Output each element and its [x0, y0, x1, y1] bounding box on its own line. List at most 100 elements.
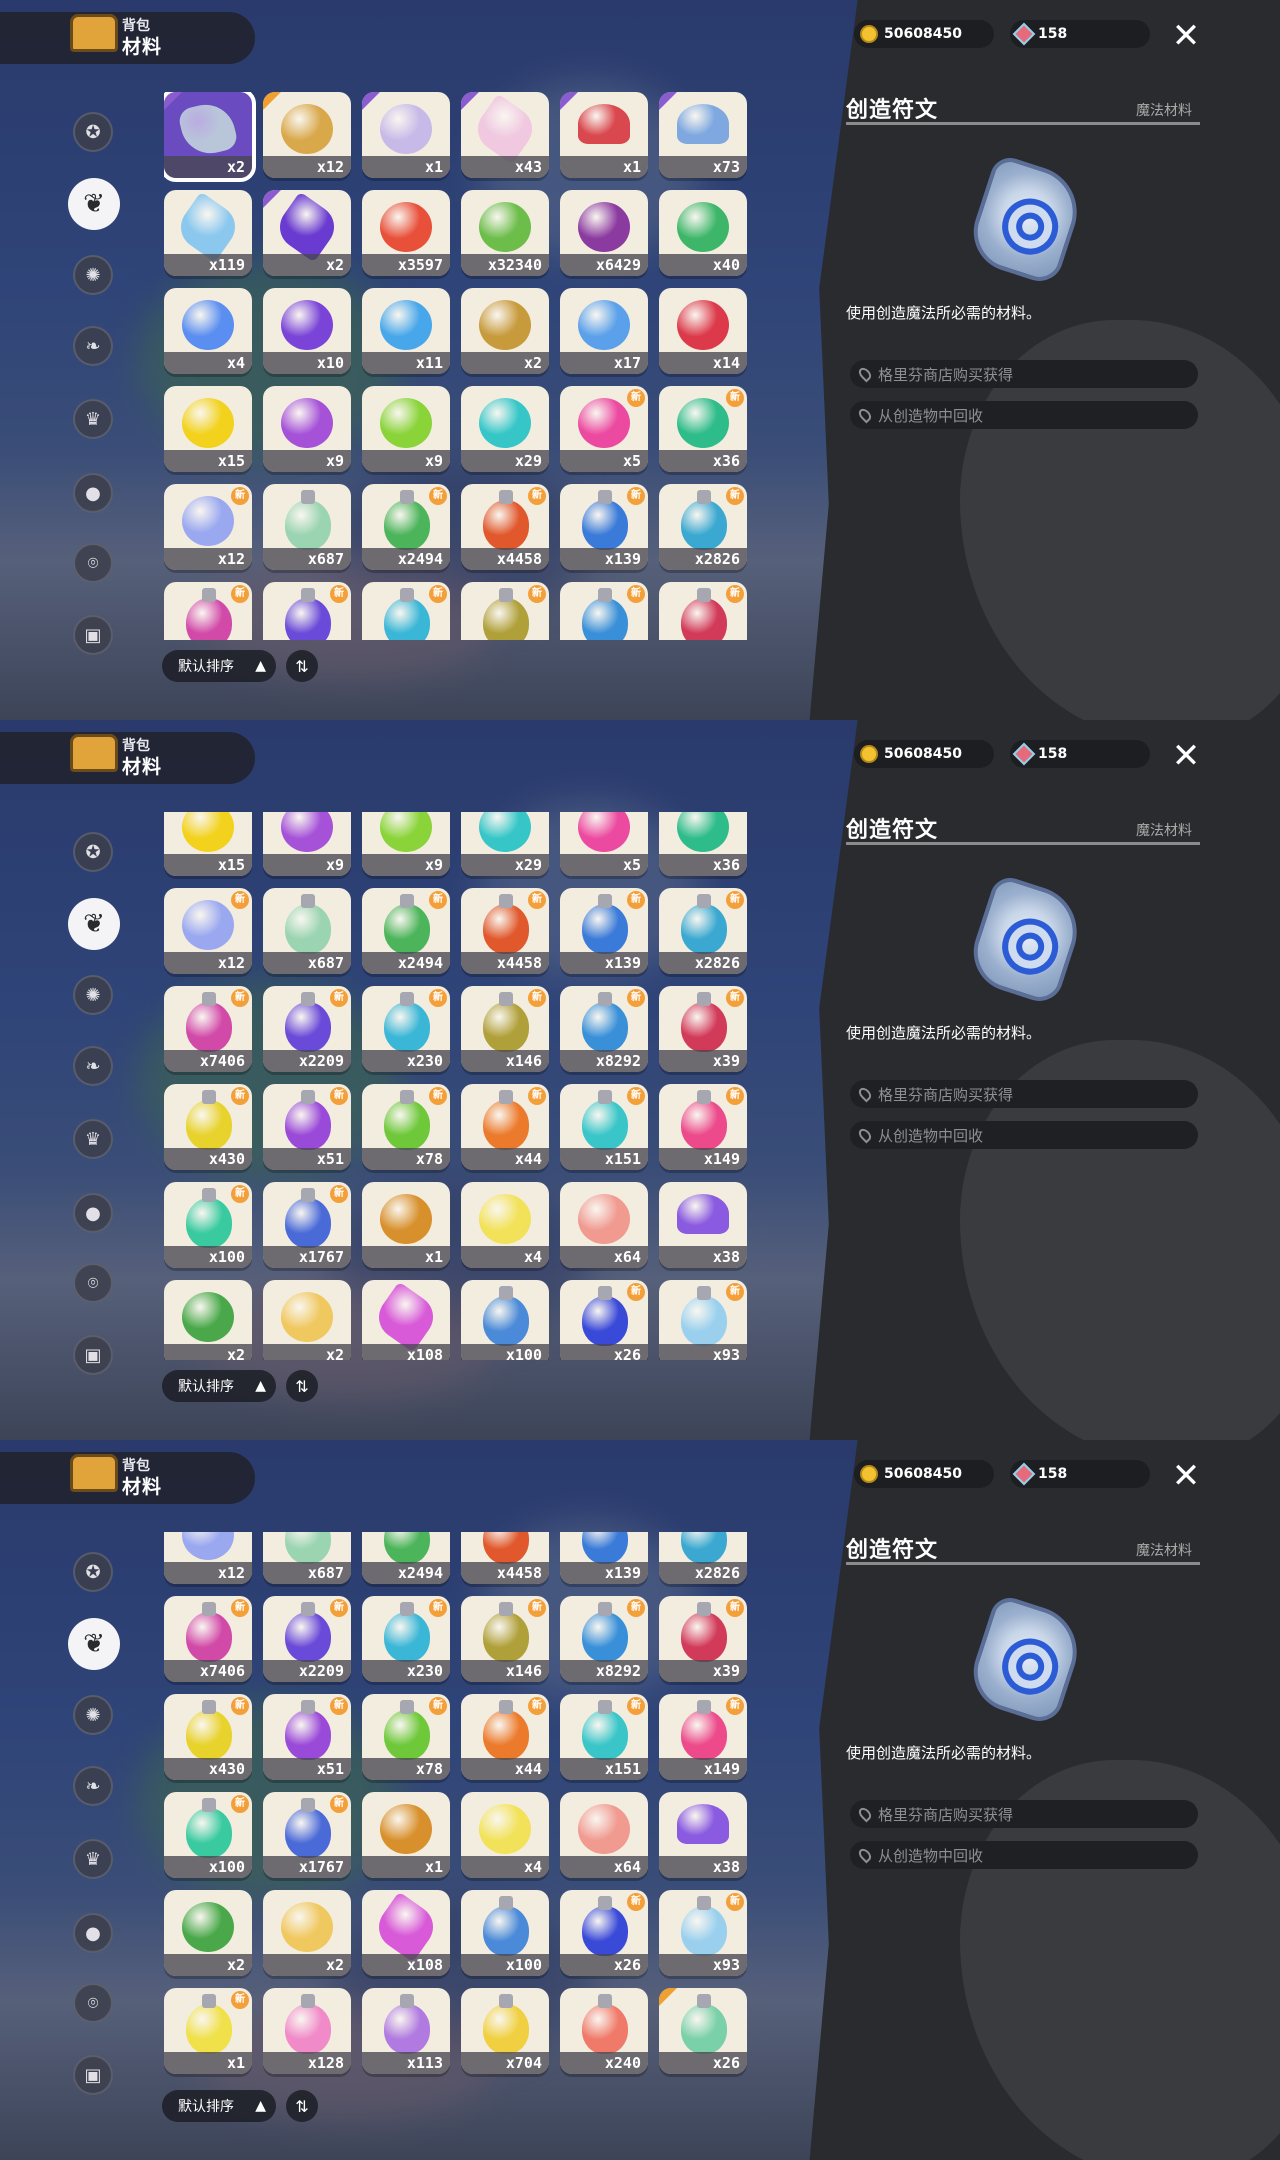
item-slot[interactable]: x108 — [362, 1890, 450, 1976]
item-slot[interactable]: 新 x100 — [164, 1182, 252, 1268]
item-slot[interactable]: 新x5 — [560, 812, 648, 876]
item-slot[interactable]: x4 — [164, 288, 252, 374]
item-slot[interactable]: 新 x12 — [164, 484, 252, 570]
item-slot[interactable]: 新 x149 — [659, 1694, 747, 1780]
item-slot[interactable]: x4 — [461, 1182, 549, 1268]
item-slot[interactable]: 新 x78 — [362, 1694, 450, 1780]
item-slot[interactable]: 新x2826 — [659, 888, 747, 974]
item-slot[interactable]: 新 x93 — [659, 1280, 747, 1360]
plant-tab-icon[interactable]: ❧ — [73, 1046, 113, 1086]
item-slot[interactable]: x2 — [461, 288, 549, 374]
item-slot[interactable]: 新x4458 — [461, 484, 549, 570]
item-slot[interactable]: x38 — [659, 1182, 747, 1268]
item-slot[interactable]: x6429 — [560, 190, 648, 276]
ball-tab-icon[interactable]: ● — [73, 1913, 113, 1953]
item-slot[interactable]: x9 — [362, 812, 450, 876]
item-slot[interactable]: 新 x139 — [560, 888, 648, 974]
item-slot[interactable]: 新x36 — [659, 812, 747, 876]
item-slot[interactable]: 新x39 — [659, 1596, 747, 1682]
item-slot[interactable]: 新x8292 — [560, 582, 648, 640]
item-slot[interactable]: 新x5 — [560, 386, 648, 472]
chest-tab-icon[interactable]: ▣ — [73, 2055, 113, 2095]
item-slot[interactable]: 新 x139 — [560, 484, 648, 570]
item-slot[interactable]: x38 — [659, 1792, 747, 1878]
item-slot[interactable]: x1 — [560, 92, 648, 178]
item-slot[interactable]: 新x2209 — [263, 582, 351, 640]
item-slot[interactable]: 新x230 — [362, 1596, 450, 1682]
sort-order-toggle[interactable]: ⇅ — [286, 2090, 318, 2122]
item-slot[interactable]: x2 — [164, 92, 256, 182]
item-slot[interactable]: x2 — [164, 1280, 252, 1360]
item-slot[interactable]: 新 x151 — [560, 1694, 648, 1780]
item-slot[interactable]: 新x39 — [659, 986, 747, 1072]
item-slot[interactable]: 新x2494 — [362, 484, 450, 570]
item-slot[interactable]: x17 — [560, 288, 648, 374]
item-slot[interactable]: 新x2209 — [263, 986, 351, 1072]
item-slot[interactable]: 新 x146 — [461, 1596, 549, 1682]
star-tab-icon[interactable]: ✪ — [73, 112, 113, 152]
ball-tab-icon[interactable]: ● — [73, 1193, 113, 1233]
item-slot[interactable]: x15 — [164, 386, 252, 472]
sort-order-toggle[interactable]: ⇅ — [286, 650, 318, 682]
item-slot[interactable]: 新 x51 — [263, 1694, 351, 1780]
item-slot[interactable]: x26 — [659, 1988, 747, 2074]
source-entry[interactable]: 格里芬商店购买获得 — [850, 360, 1198, 388]
item-slot[interactable]: x29 — [461, 812, 549, 876]
chest-tab-icon[interactable]: ▣ — [73, 1335, 113, 1375]
item-slot[interactable]: x119 — [164, 190, 252, 276]
item-slot[interactable]: x64 — [560, 1792, 648, 1878]
item-slot[interactable]: x687 — [263, 1532, 351, 1584]
leaf-tab-icon[interactable]: ❦ — [68, 1618, 120, 1670]
item-slot[interactable]: 新x2494 — [362, 888, 450, 974]
burst-tab-icon[interactable]: ✺ — [73, 975, 113, 1015]
item-slot[interactable]: x4 — [461, 1792, 549, 1878]
acorn-tab-icon[interactable]: ⌾ — [73, 543, 113, 583]
item-slot[interactable]: 新 x26 — [560, 1280, 648, 1360]
item-slot[interactable]: x14 — [659, 288, 747, 374]
plant-tab-icon[interactable]: ❧ — [73, 326, 113, 366]
sort-button[interactable]: 默认排序 ▲ — [162, 1370, 276, 1402]
item-slot[interactable]: 新x4458 — [461, 1532, 549, 1584]
item-slot[interactable]: x113 — [362, 1988, 450, 2074]
item-slot[interactable]: 新x2494 — [362, 1532, 450, 1584]
item-slot[interactable]: 新x8292 — [560, 986, 648, 1072]
item-slot[interactable]: x687 — [263, 888, 351, 974]
item-slot[interactable]: 新x2826 — [659, 484, 747, 570]
item-slot[interactable]: 新 x1767 — [263, 1792, 351, 1878]
item-slot[interactable]: 新 x430 — [164, 1694, 252, 1780]
item-slot[interactable]: x64 — [560, 1182, 648, 1268]
item-slot[interactable]: 新x7406 — [164, 1596, 252, 1682]
item-slot[interactable]: 新 x146 — [461, 986, 549, 1072]
close-button[interactable]: ✕ — [1168, 738, 1204, 774]
item-slot[interactable]: 新 x1767 — [263, 1182, 351, 1268]
item-slot[interactable]: x29 — [461, 386, 549, 472]
item-slot[interactable]: 新x2826 — [659, 1532, 747, 1584]
item-slot[interactable]: 新x39 — [659, 582, 747, 640]
item-grid[interactable]: x2 x12 x1 x43 x1 x73 x119 x2 x3597 x32340 x6429 x40… — [164, 92, 750, 640]
item-slot[interactable]: x2 — [263, 1280, 351, 1360]
item-slot[interactable]: x240 — [560, 1988, 648, 2074]
item-slot[interactable]: x2 — [263, 1890, 351, 1976]
acorn-tab-icon[interactable]: ⌾ — [73, 1983, 113, 2023]
item-slot[interactable]: 新 x44 — [461, 1084, 549, 1170]
leaf-tab-icon[interactable]: ❦ — [68, 898, 120, 950]
ball-tab-icon[interactable]: ● — [73, 473, 113, 513]
sort-order-toggle[interactable]: ⇅ — [286, 1370, 318, 1402]
item-slot[interactable]: x687 — [263, 484, 351, 570]
item-slot[interactable]: x1 — [362, 1792, 450, 1878]
source-entry[interactable]: 从创造物中回收 — [850, 1121, 1198, 1149]
item-slot[interactable]: 新x7406 — [164, 986, 252, 1072]
crown-tab-icon[interactable]: ♛ — [73, 1839, 113, 1879]
item-slot[interactable]: 新x230 — [362, 582, 450, 640]
item-slot[interactable]: x9 — [263, 386, 351, 472]
leaf-tab-icon[interactable]: ❦ — [68, 178, 120, 230]
item-slot[interactable]: 新x7406 — [164, 582, 252, 640]
sort-button[interactable]: 默认排序 ▲ — [162, 650, 276, 682]
source-entry[interactable]: 从创造物中回收 — [850, 401, 1198, 429]
item-slot[interactable]: 新 x44 — [461, 1694, 549, 1780]
item-slot[interactable]: 新 x12 — [164, 888, 252, 974]
item-slot[interactable]: x9 — [263, 812, 351, 876]
sort-button[interactable]: 默认排序 ▲ — [162, 2090, 276, 2122]
burst-tab-icon[interactable]: ✺ — [73, 255, 113, 295]
item-slot[interactable]: x1 — [362, 92, 450, 178]
